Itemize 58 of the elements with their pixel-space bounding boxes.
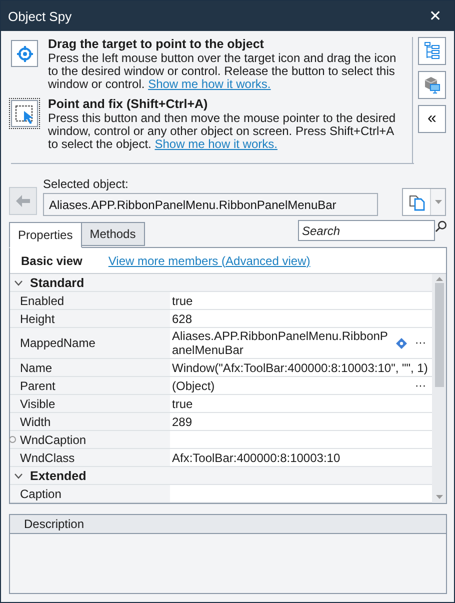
instruction-title: Point and fix (Shift+Ctrl+A) xyxy=(48,97,209,112)
diamond-icon[interactable] xyxy=(396,338,407,348)
property-value: Aliases.APP.RibbonPanelMenu.RibbonPanelMenuBar xyxy=(172,329,389,357)
selected-object-field[interactable]: Aliases.APP.RibbonPanelMenu.RibbonPanelMenuBar xyxy=(43,193,378,216)
property-name: Enabled xyxy=(20,294,64,308)
property-value: 289 xyxy=(172,414,194,428)
tree-icon xyxy=(424,42,440,60)
close-button[interactable]: ✕ xyxy=(425,7,446,25)
scroll-up-icon[interactable] xyxy=(436,277,442,281)
point-fix-button[interactable] xyxy=(11,100,38,127)
collapse-button[interactable]: « xyxy=(418,105,446,133)
property-name: Caption xyxy=(20,486,62,500)
chevron-icon xyxy=(14,472,23,478)
property-value: Window("Afx:ToolBar:400000:8:10003:10", "", 1) xyxy=(172,360,428,374)
property-name: WndClass xyxy=(20,450,75,464)
group-header: Standard xyxy=(30,276,84,290)
property-value: Afx:ToolBar:400000:8:10003:10 xyxy=(172,450,342,464)
instruction-text: Press this button and then move the mouse pointer to the desired window, control or any other object on screen. Press Shift+Ctrl+A to select the object. Show me how it works. xyxy=(48,112,397,151)
property-name: WndCaption xyxy=(20,432,86,446)
property-name: Visible xyxy=(20,396,56,410)
copy-icon xyxy=(408,193,426,211)
instruction-title: Drag the target to point to the object xyxy=(48,37,265,52)
view-label: Basic view xyxy=(21,254,82,268)
help-link[interactable]: Show me how it works. xyxy=(148,77,271,91)
property-name: Height xyxy=(20,312,55,326)
property-name: MappedName xyxy=(20,336,96,350)
back-arrow-icon xyxy=(15,194,31,208)
ellipsis-button[interactable]: ··· xyxy=(413,380,428,392)
tab[interactable]: Methods xyxy=(80,222,145,246)
description-title: Description xyxy=(24,517,84,531)
property-name: Width xyxy=(20,414,51,428)
property-value: (Object) xyxy=(172,378,216,392)
selected-object-label: Selected object: xyxy=(43,177,130,191)
help-link[interactable]: Show me how it works. xyxy=(154,137,278,151)
advanced-view-link[interactable]: View more members (Advanced view) xyxy=(108,254,310,268)
instruction-text: Press the left mouse button over the target icon and drag the icon to the desired window or control. Release the button to select this window or control. Show me how it works. xyxy=(48,52,398,91)
window-title: Object Spy xyxy=(8,8,72,24)
cube-monitor-icon xyxy=(423,76,441,94)
window-pointer-icon xyxy=(14,104,34,124)
property-value: true xyxy=(172,396,194,410)
target-button[interactable] xyxy=(11,40,38,67)
chevron-icon xyxy=(14,280,23,286)
property-value: 628 xyxy=(172,312,194,326)
copy-split-button[interactable] xyxy=(402,188,446,216)
caret-icon xyxy=(434,200,442,204)
tab[interactable]: Properties xyxy=(9,222,82,248)
scroll-down-icon[interactable] xyxy=(436,495,442,499)
search-icon xyxy=(435,220,447,233)
group-header: Extended xyxy=(30,468,86,482)
scrollbar[interactable] xyxy=(432,274,446,503)
ellipsis-button[interactable]: ··· xyxy=(413,337,428,349)
tree-button[interactable] xyxy=(418,37,446,65)
property-name: Name xyxy=(20,360,52,374)
scroll-thumb[interactable] xyxy=(434,283,444,387)
target-icon xyxy=(16,46,32,62)
browser-button[interactable] xyxy=(418,71,446,99)
property-name: Parent xyxy=(20,378,56,392)
property-value: true xyxy=(172,294,194,308)
